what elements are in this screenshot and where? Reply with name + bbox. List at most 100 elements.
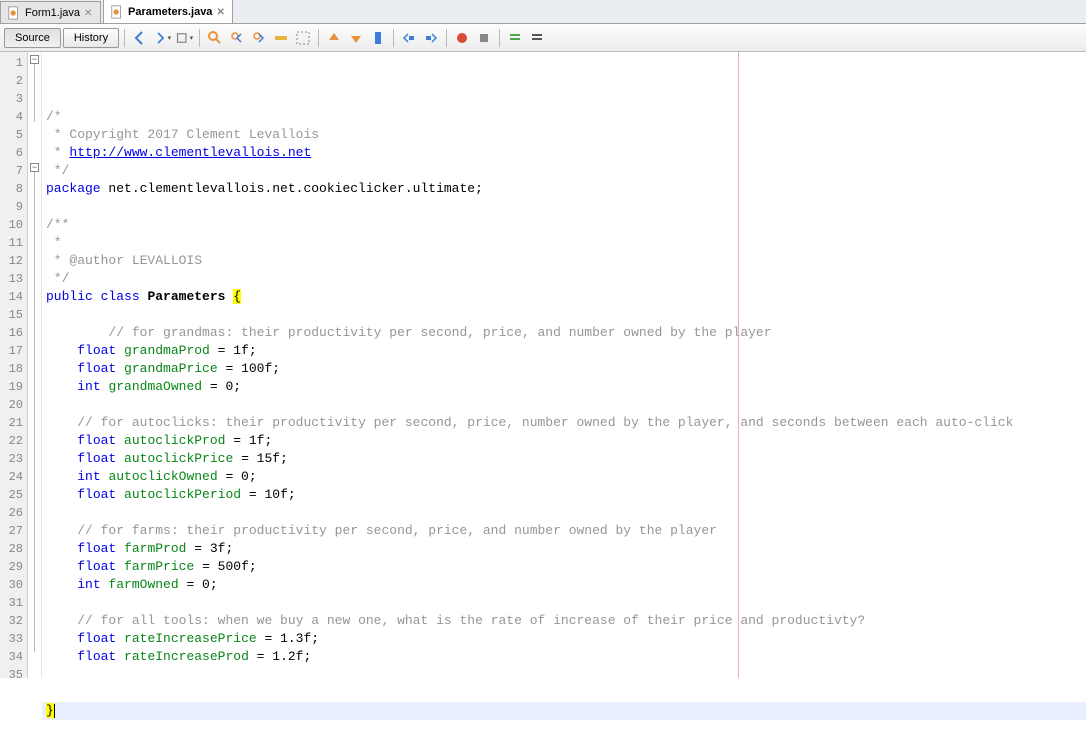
toggle-highlight-icon[interactable] <box>271 28 291 48</box>
find-selection-icon[interactable] <box>205 28 225 48</box>
toggle-bookmark-icon[interactable] <box>368 28 388 48</box>
tab-label: Form1.java <box>25 7 80 19</box>
source-view-button[interactable]: Source <box>4 28 61 48</box>
line-number: 21 <box>0 414 23 432</box>
line-number: 17 <box>0 342 23 360</box>
code-line[interactable]: float rateIncreaseProd = 1.2f; <box>42 648 1086 666</box>
start-macro-icon[interactable] <box>452 28 472 48</box>
line-number-gutter[interactable]: 1234567891011121314151617181920212223242… <box>0 52 28 678</box>
line-number: 31 <box>0 594 23 612</box>
line-number: 12 <box>0 252 23 270</box>
code-editor[interactable]: /* * Copyright 2017 Clement Levallois * … <box>42 52 1086 678</box>
line-number: 4 <box>0 108 23 126</box>
editor-area: 1234567891011121314151617181920212223242… <box>0 52 1086 678</box>
code-line[interactable] <box>42 504 1086 522</box>
separator <box>124 29 125 47</box>
line-number: 23 <box>0 450 23 468</box>
stop-macro-icon[interactable] <box>474 28 494 48</box>
shift-left-icon[interactable] <box>399 28 419 48</box>
line-number: 14 <box>0 288 23 306</box>
close-icon[interactable]: ✕ <box>84 8 94 18</box>
code-line[interactable] <box>42 396 1086 414</box>
line-number: 28 <box>0 540 23 558</box>
box-icon[interactable]: ▾ <box>174 28 194 48</box>
tab-form1[interactable]: Form1.java ✕ <box>0 1 101 23</box>
code-line[interactable]: int grandmaOwned = 0; <box>42 378 1086 396</box>
fold-toggle-icon[interactable]: − <box>30 55 39 64</box>
line-number: 10 <box>0 216 23 234</box>
history-view-button[interactable]: History <box>63 28 119 48</box>
code-line[interactable]: // for farms: their productivity per sec… <box>42 522 1086 540</box>
editor-tabs-bar: Form1.java ✕ Parameters.java ✕ <box>0 0 1086 24</box>
line-number: 18 <box>0 360 23 378</box>
line-number: 11 <box>0 234 23 252</box>
line-number: 1 <box>0 54 23 72</box>
print-margin-line <box>738 52 739 678</box>
code-line[interactable] <box>42 306 1086 324</box>
line-number: 33 <box>0 630 23 648</box>
line-number: 5 <box>0 126 23 144</box>
forward-icon[interactable]: ▾ <box>152 28 172 48</box>
line-number: 22 <box>0 432 23 450</box>
code-line[interactable]: * Copyright 2017 Clement Levallois <box>42 126 1086 144</box>
code-line[interactable] <box>42 684 1086 702</box>
code-line[interactable]: /* <box>42 108 1086 126</box>
fold-line <box>34 172 35 652</box>
code-line[interactable]: */ <box>42 162 1086 180</box>
back-icon[interactable] <box>130 28 150 48</box>
line-number: 16 <box>0 324 23 342</box>
code-line[interactable]: * @author LEVALLOIS <box>42 252 1086 270</box>
tab-parameters[interactable]: Parameters.java ✕ <box>103 0 233 23</box>
code-line[interactable]: // for autoclicks: their productivity pe… <box>42 414 1086 432</box>
code-line[interactable]: public class Parameters { <box>42 288 1086 306</box>
code-line[interactable]: float autoclickPeriod = 10f; <box>42 486 1086 504</box>
toggle-rect-select-icon[interactable] <box>293 28 313 48</box>
close-icon[interactable]: ✕ <box>216 7 226 17</box>
code-line[interactable]: int farmOwned = 0; <box>42 576 1086 594</box>
next-bookmark-icon[interactable] <box>346 28 366 48</box>
prev-bookmark-icon[interactable] <box>324 28 344 48</box>
code-line[interactable] <box>42 666 1086 684</box>
line-number: 2 <box>0 72 23 90</box>
code-line[interactable]: float grandmaProd = 1f; <box>42 342 1086 360</box>
fold-line <box>34 64 35 122</box>
code-line[interactable]: * http://www.clementlevallois.net <box>42 144 1086 162</box>
find-next-icon[interactable] <box>249 28 269 48</box>
code-line[interactable] <box>42 720 1086 738</box>
code-line[interactable] <box>42 594 1086 612</box>
uncomment-icon[interactable] <box>527 28 547 48</box>
separator <box>393 29 394 47</box>
find-prev-icon[interactable] <box>227 28 247 48</box>
separator <box>199 29 200 47</box>
code-line[interactable]: float autoclickPrice = 15f; <box>42 450 1086 468</box>
code-line[interactable]: float autoclickProd = 1f; <box>42 432 1086 450</box>
fold-toggle-icon[interactable]: − <box>30 163 39 172</box>
comment-icon[interactable] <box>505 28 525 48</box>
code-line[interactable]: float grandmaPrice = 100f; <box>42 360 1086 378</box>
line-number: 19 <box>0 378 23 396</box>
code-line[interactable]: // for all tools: when we buy a new one,… <box>42 612 1086 630</box>
shift-right-icon[interactable] <box>421 28 441 48</box>
separator <box>446 29 447 47</box>
code-line[interactable]: /** <box>42 216 1086 234</box>
code-line[interactable]: * <box>42 234 1086 252</box>
code-line[interactable]: int autoclickOwned = 0; <box>42 468 1086 486</box>
code-line[interactable]: float rateIncreasePrice = 1.3f; <box>42 630 1086 648</box>
line-number: 15 <box>0 306 23 324</box>
line-number: 32 <box>0 612 23 630</box>
code-line[interactable]: package net.clementlevallois.net.cookiec… <box>42 180 1086 198</box>
line-number: 27 <box>0 522 23 540</box>
java-file-icon <box>110 5 124 19</box>
code-line[interactable]: } <box>42 702 1086 720</box>
code-line[interactable]: float farmProd = 3f; <box>42 540 1086 558</box>
tab-label: Parameters.java <box>128 6 212 18</box>
code-line[interactable]: // for grandmas: their productivity per … <box>42 324 1086 342</box>
java-file-icon <box>7 6 21 20</box>
line-number: 25 <box>0 486 23 504</box>
code-line[interactable]: */ <box>42 270 1086 288</box>
line-number: 9 <box>0 198 23 216</box>
code-line[interactable]: float farmPrice = 500f; <box>42 558 1086 576</box>
line-number: 30 <box>0 576 23 594</box>
fold-gutter[interactable]: − − <box>28 52 42 678</box>
code-line[interactable] <box>42 198 1086 216</box>
